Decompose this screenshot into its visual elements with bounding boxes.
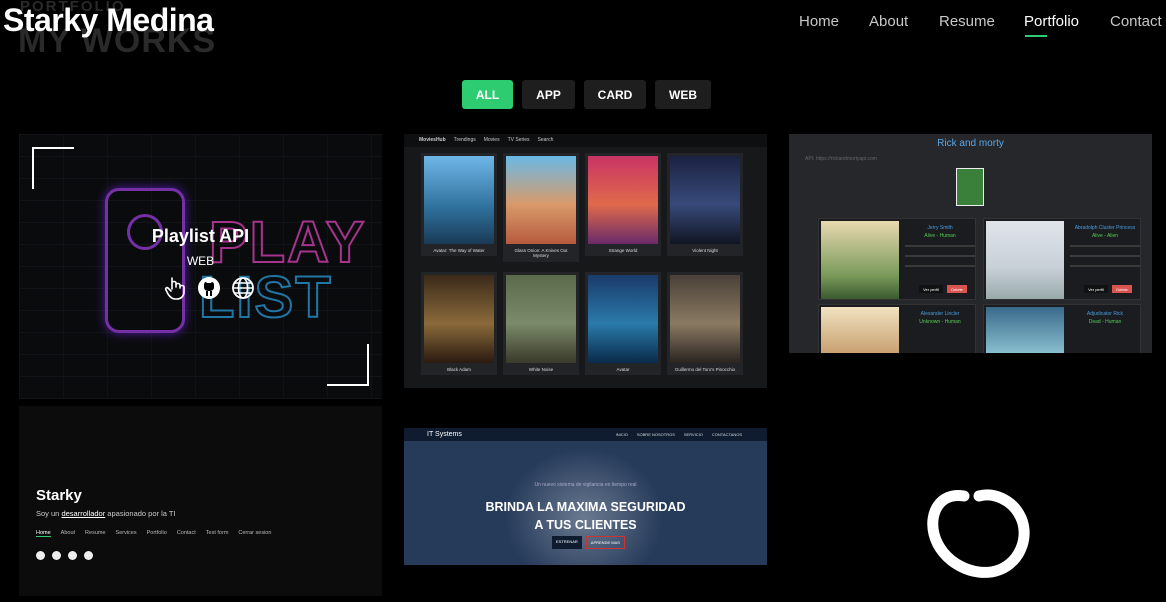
project-title: Playlist API [151, 226, 250, 246]
movie-poster: Glass Onion: A Knives Out Mystery [503, 153, 579, 262]
movieshub-navbar: MoviesHub Trendings Movies TV Series Sea… [404, 134, 767, 147]
starky-nav: Home About Resume Services Portfolio Con… [36, 530, 272, 537]
frame-corner-top-left [32, 147, 74, 189]
globe-icon[interactable] [231, 276, 255, 300]
instagram-icon [68, 551, 77, 560]
character-card: Adjudicator Rick Dead - Human [983, 304, 1141, 353]
filter-web-button[interactable]: WEB [655, 80, 711, 109]
movieshub-nav-movies: Movies [483, 137, 500, 143]
movieshub-nav-trendings: Trendings [453, 137, 476, 143]
filter-app-button[interactable]: APP [522, 80, 575, 109]
enso-circle-icon [927, 489, 1030, 578]
nav-about[interactable]: About [869, 13, 908, 30]
movie-poster: Avatar [585, 272, 661, 376]
character-card: Jerry Smith Alive - Human Ver perfil Del… [818, 218, 976, 300]
itsystems-buttons: ESTRENAR APRENDE MAS [552, 536, 625, 549]
nav-contact[interactable]: Contact [1110, 13, 1162, 30]
starky-social-icons [36, 551, 93, 560]
itsystems-headline-2: A TUS CLIENTES [534, 518, 637, 532]
movie-poster: Violent Night [667, 153, 743, 257]
filter-card-button[interactable]: CARD [584, 80, 646, 109]
project-card-playlist[interactable]: PLAY LIST Playlist API WEB [19, 134, 382, 399]
nav-active-indicator [1025, 35, 1047, 37]
movie-poster: Black Adam [421, 272, 497, 376]
github-icon[interactable] [197, 276, 221, 300]
project-card-enso[interactable] [789, 374, 1166, 602]
frame-corner-bottom-right [327, 344, 369, 386]
nav-portfolio[interactable]: Portfolio [1024, 13, 1079, 30]
project-card-starky[interactable]: Starky Soy un desarrollador apasionado p… [19, 406, 382, 596]
portfolio-page: PORTFOLIO MY WORKS Starky Medina Home Ab… [0, 0, 1166, 602]
project-card-rickmorty[interactable]: Rick and morty API: https://rickandmorty… [789, 134, 1152, 353]
filter-all-button[interactable]: ALL [462, 80, 513, 109]
rickmorty-api-url: API: https://rickandmortyapi.com [805, 156, 877, 162]
movieshub-nav-tvseries: TV Series [507, 137, 530, 143]
rickmorty-logo [956, 168, 984, 206]
rickmorty-title: Rick and morty [937, 138, 1004, 149]
project-category: WEB [186, 254, 215, 268]
itsystems-headline-1: BRINDA LA MAXIMA SEGURIDAD [485, 500, 686, 514]
hand-pointer-icon[interactable] [163, 276, 187, 300]
nav-resume[interactable]: Resume [939, 13, 995, 30]
character-card: Abradolph Cluster Princess Alive - Alien… [983, 218, 1141, 300]
project-card-movieshub[interactable]: MoviesHub Trendings Movies TV Series Sea… [404, 134, 767, 388]
project-card-itsystems[interactable]: IT Systems INICIO SOBRE NOSOTROS SERVICI… [404, 428, 767, 565]
linkedin-icon [84, 551, 93, 560]
itsystems-menu: INICIO SOBRE NOSOTROS SERVICIO CONTACTAN… [615, 432, 742, 437]
movie-poster: White Noise [503, 272, 579, 376]
brand-logo[interactable]: Starky Medina [3, 2, 214, 39]
movie-poster: Avatar: The Way of Water [421, 153, 497, 257]
movie-poster: Strange World [585, 153, 661, 257]
nav-home[interactable]: Home [799, 13, 839, 30]
movieshub-nav-search: Search [537, 137, 554, 143]
movie-poster: Guillermo del Toro's Pinocchio [667, 272, 743, 376]
movieshub-brand: MoviesHub [419, 137, 446, 143]
twitter-icon [36, 551, 45, 560]
project-links [163, 276, 255, 300]
starky-subtitle: Soy un desarrollador apasionado por la T… [36, 509, 176, 518]
starky-name: Starky [36, 487, 82, 504]
character-card: Alexander Lincler Unknown - Human [818, 304, 976, 353]
itsystems-tagline: Un nuevo sistema de vigilancia en tiempo… [534, 482, 637, 488]
facebook-icon [52, 551, 61, 560]
